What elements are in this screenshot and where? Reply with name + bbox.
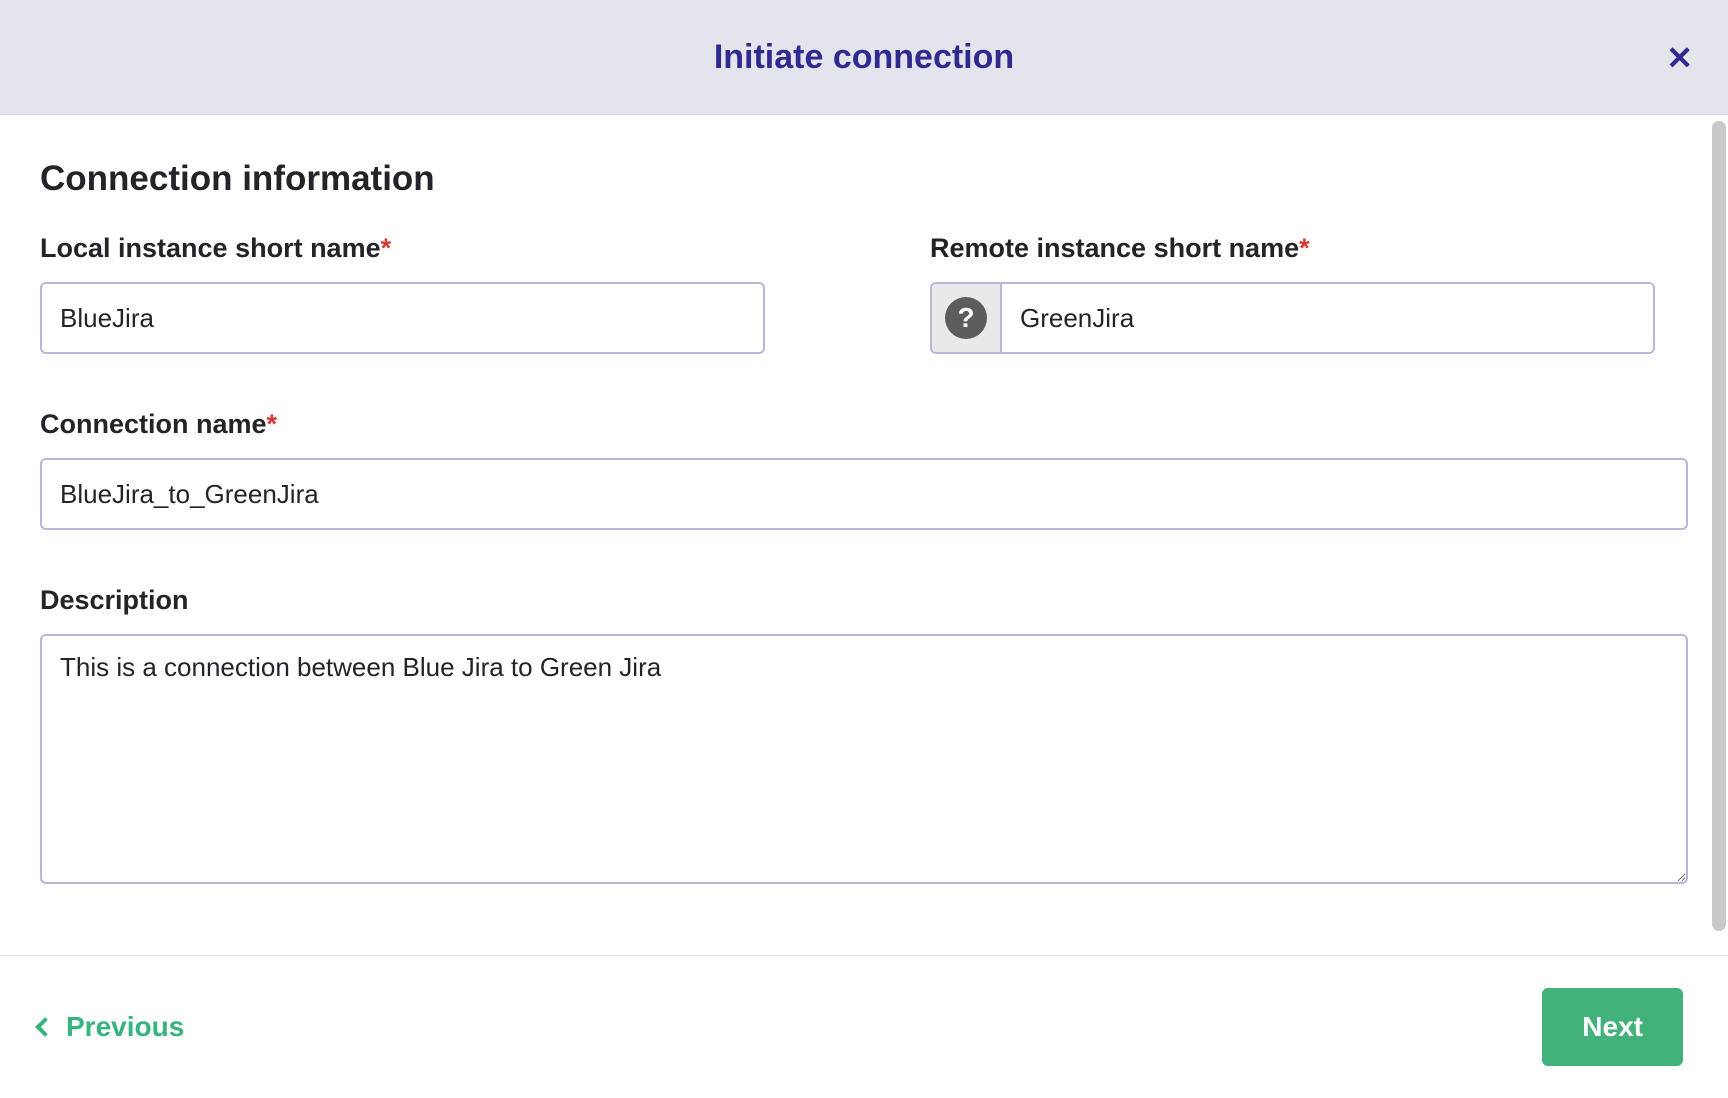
close-button[interactable]: ✕: [1666, 42, 1693, 74]
remote-instance-input[interactable]: [1002, 284, 1653, 352]
remote-instance-field: Remote instance short name* ?: [930, 233, 1655, 354]
required-marker: *: [267, 409, 278, 439]
chevron-left-icon: [35, 1017, 55, 1037]
scrollbar-thumb[interactable]: [1712, 121, 1726, 931]
connection-name-label-text: Connection name: [40, 409, 267, 439]
modal-body: Connection information Local instance sh…: [0, 115, 1728, 955]
required-marker: *: [381, 233, 392, 263]
local-instance-input[interactable]: [40, 282, 765, 354]
connection-name-label: Connection name*: [40, 409, 1688, 440]
local-instance-label: Local instance short name*: [40, 233, 765, 264]
remote-help-addon[interactable]: ?: [932, 284, 1002, 352]
modal-header: Initiate connection ✕: [0, 0, 1728, 115]
description-label: Description: [40, 585, 1688, 616]
previous-button[interactable]: Previous: [38, 1011, 184, 1043]
remote-instance-label-text: Remote instance short name: [930, 233, 1299, 263]
help-icon: ?: [945, 297, 987, 339]
remote-instance-input-group: ?: [930, 282, 1655, 354]
connection-name-field: Connection name*: [40, 409, 1688, 530]
connection-name-input[interactable]: [40, 458, 1688, 530]
instance-row: Local instance short name* Remote instan…: [40, 233, 1688, 354]
modal-footer: Previous Next: [0, 955, 1728, 1098]
section-title: Connection information: [40, 159, 1688, 199]
local-instance-label-text: Local instance short name: [40, 233, 381, 263]
required-marker: *: [1299, 233, 1310, 263]
previous-button-label: Previous: [66, 1011, 184, 1043]
close-icon: ✕: [1666, 40, 1693, 76]
remote-instance-label: Remote instance short name*: [930, 233, 1655, 264]
next-button[interactable]: Next: [1542, 988, 1683, 1066]
scrollbar-track[interactable]: [1710, 115, 1728, 955]
description-field: Description: [40, 585, 1688, 884]
modal-title: Initiate connection: [714, 38, 1014, 77]
local-instance-field: Local instance short name*: [40, 233, 765, 354]
description-textarea[interactable]: [40, 634, 1688, 884]
